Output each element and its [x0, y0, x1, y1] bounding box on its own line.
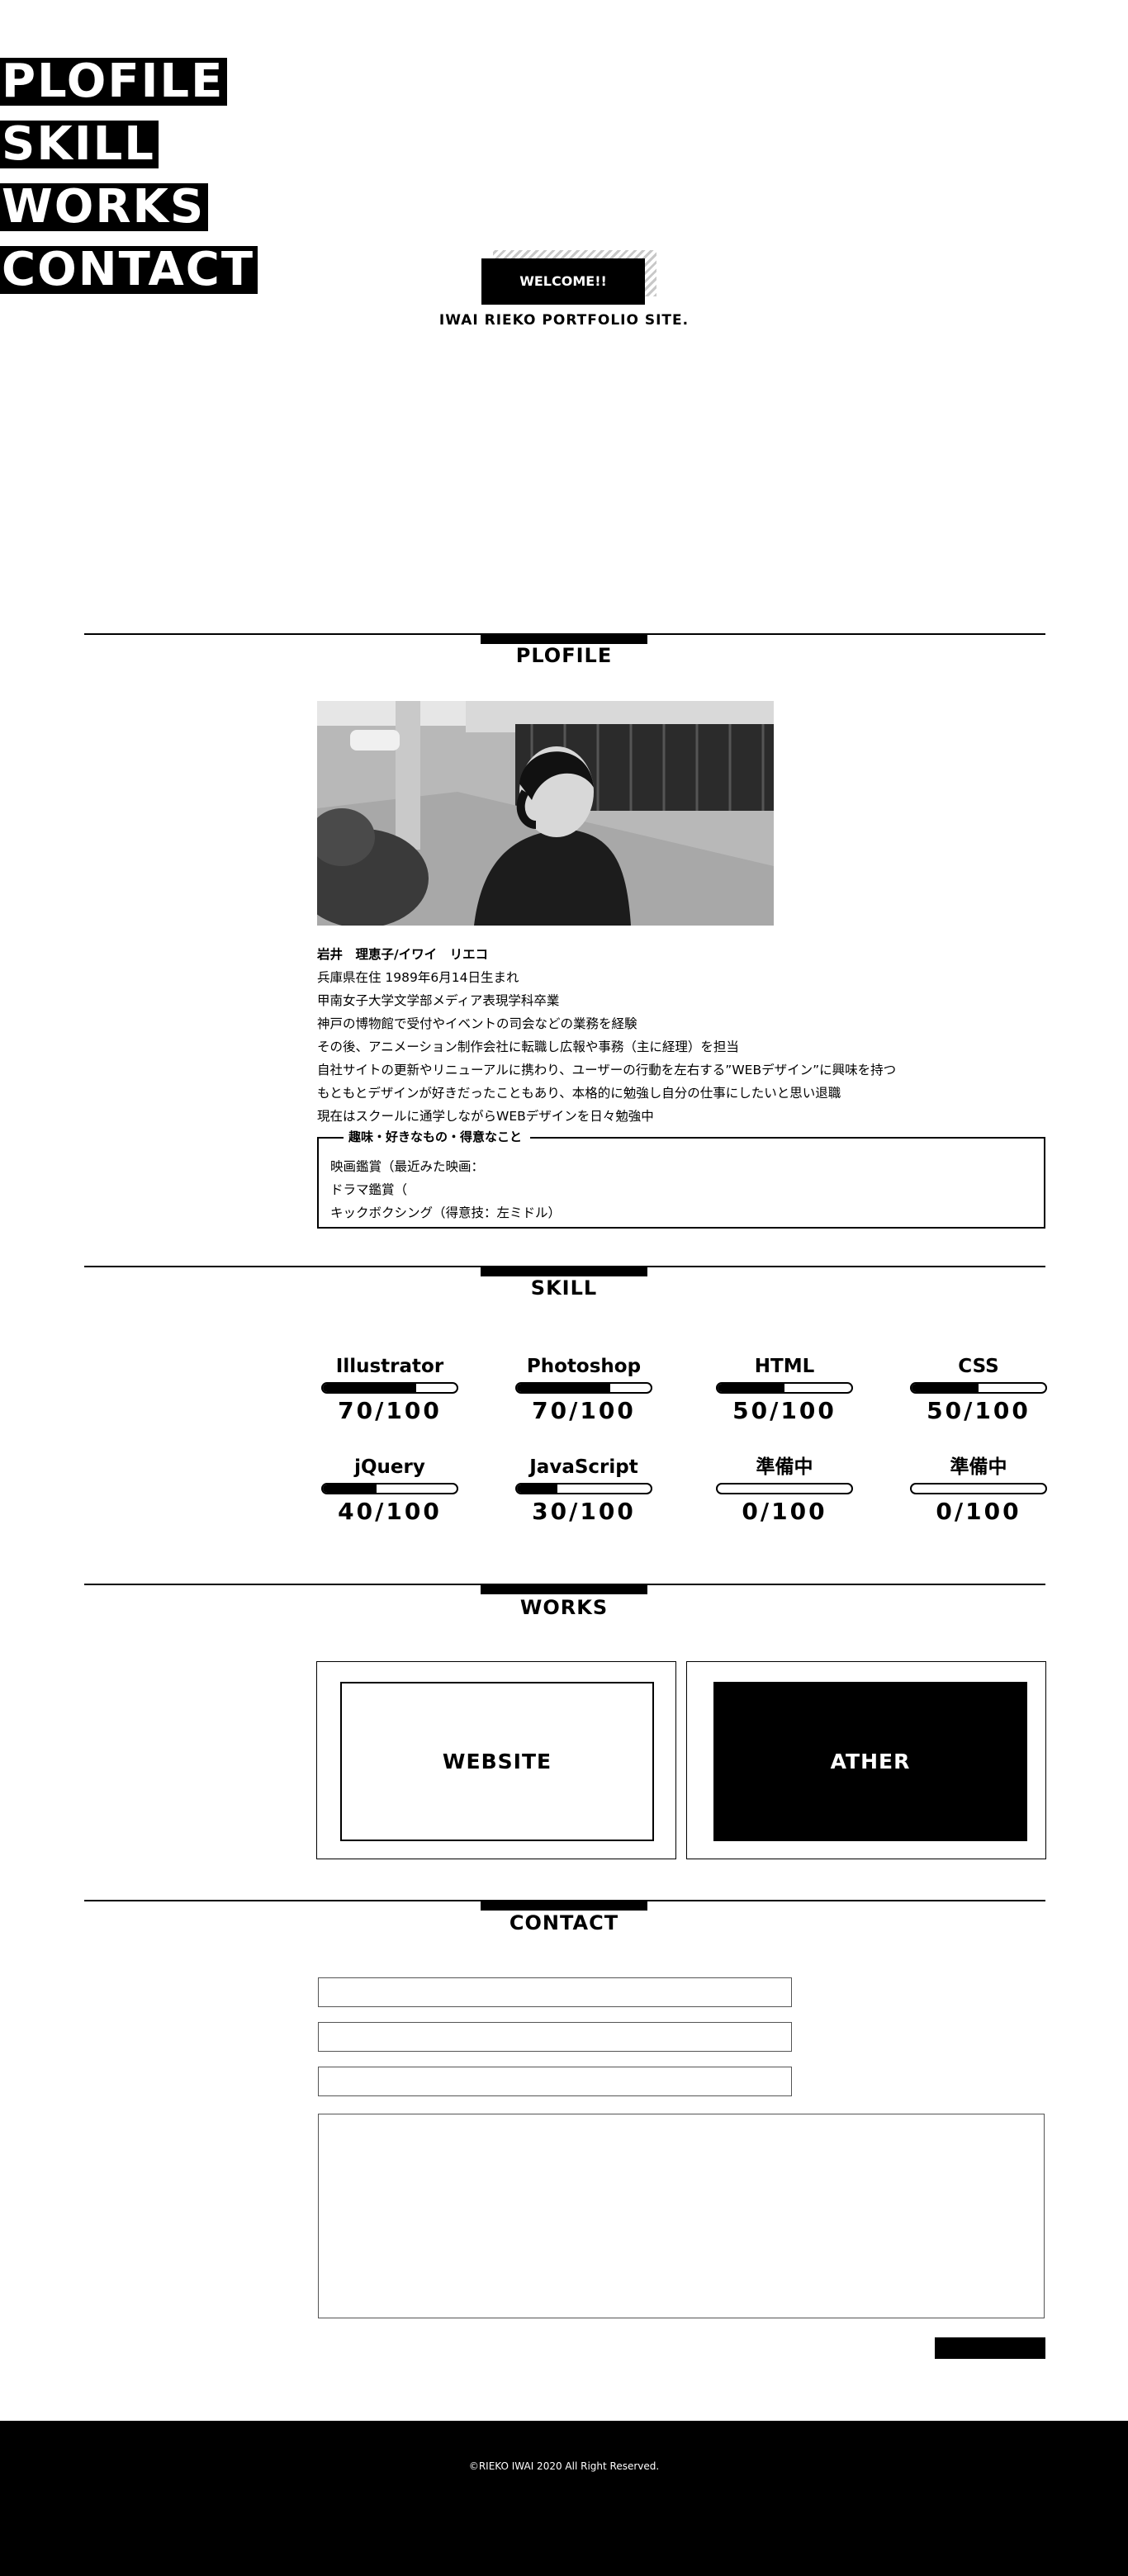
bio-line: 神戸の博物館で受付やイベントの司会などの業務を経験 [317, 1016, 637, 1031]
skill-score: 70/100 [338, 1397, 442, 1424]
skill-item: HTML 50/100 [714, 1354, 855, 1424]
welcome-label: WELCOME!! [481, 258, 645, 305]
hobby-list: 映画鑑賞（最近みた映画： ドラマ鑑賞（ キックボクシング（得意技：左ミドル） [330, 1155, 561, 1224]
footer: ©RIEKO IWAI 2020 All Right Reserved. [0, 2421, 1128, 2576]
skill-item: JavaScript 30/100 [514, 1455, 654, 1525]
skill-bar-fill [718, 1384, 784, 1392]
bio-line: 兵庫県在住 1989年6月14日生まれ [317, 970, 519, 985]
bio-line: もともとデザインが好きだったこともあり、本格的に勉強し自分の仕事にしたいと思い退… [317, 1086, 841, 1101]
skill-bar [910, 1483, 1047, 1494]
skill-section-title: SKILL [530, 1276, 598, 1300]
skill-bar [321, 1483, 458, 1494]
skill-score: 30/100 [532, 1498, 636, 1525]
skill-item: Illustrator 70/100 [320, 1354, 460, 1424]
submit-button[interactable] [935, 2337, 1045, 2359]
work-card-website[interactable]: WEBSITE [316, 1661, 676, 1859]
side-nav: PLOFILE SKILL WORKS CONTACT [0, 58, 264, 309]
contact-subject-field[interactable] [318, 2067, 792, 2096]
skill-bar-fill [912, 1384, 979, 1392]
other-label: ATHER [713, 1682, 1027, 1841]
nav-item-works[interactable]: WORKS [0, 183, 209, 231]
contact-name-field[interactable] [318, 1977, 792, 2007]
hobby-item: キックボクシング（得意技：左ミドル） [330, 1205, 562, 1220]
skill-bar-fill [517, 1384, 611, 1392]
skill-bar-fill [323, 1485, 377, 1493]
skill-bar [321, 1382, 458, 1394]
hobby-title: 趣味・好きなもの・得意なこと [344, 1128, 531, 1145]
website-label: WEBSITE [340, 1682, 654, 1841]
bio-line: 甲南女子大学文学部メディア表現学科卒業 [317, 993, 560, 1008]
hobby-item: 映画鑑賞（最近みた映画： [330, 1159, 485, 1174]
skill-item: CSS 50/100 [908, 1354, 1049, 1424]
skill-item: 準備中 0/100 [714, 1455, 855, 1525]
bio-line: 自社サイトの更新やリニューアルに携わり、ユーザーの行動を左右する”WEBデザイン… [317, 1063, 897, 1077]
skill-name: CSS [958, 1356, 999, 1377]
skill-name: Illustrator [335, 1356, 444, 1377]
contact-email-field[interactable] [318, 2022, 792, 2052]
skill-bar [716, 1483, 853, 1494]
skill-bar-fill [323, 1384, 417, 1392]
skill-score: 0/100 [936, 1498, 1021, 1525]
skill-score: 50/100 [927, 1397, 1031, 1424]
skill-bar [515, 1483, 652, 1494]
skill-score: 70/100 [532, 1397, 636, 1424]
profile-name: 岩井 理恵子/イワイ リエコ [317, 947, 489, 962]
nav-item-profile[interactable]: PLOFILE [0, 58, 228, 106]
skill-bar-fill [517, 1485, 557, 1493]
work-card-other[interactable]: ATHER [686, 1661, 1046, 1859]
bio-line: 現在はスクールに通学しながらWEBデザインを日々勉強中 [317, 1109, 654, 1124]
nav-item-skill[interactable]: SKILL [0, 121, 159, 168]
profile-bio: 岩井 理恵子/イワイ リエコ 兵庫県在住 1989年6月14日生まれ 甲南女子大… [317, 943, 1060, 1128]
profile-photo [317, 701, 774, 926]
skill-name: JavaScript [529, 1456, 638, 1478]
skill-score: 40/100 [338, 1498, 442, 1525]
skill-name: 準備中 [950, 1456, 1007, 1478]
bio-line: その後、アニメーション制作会社に転職し広報や事務（主に経理）を担当 [317, 1039, 739, 1054]
contact-section-title: CONTACT [509, 1911, 619, 1934]
skill-name: Photoshop [526, 1356, 642, 1377]
skill-name: 準備中 [756, 1456, 813, 1478]
skill-item: 準備中 0/100 [908, 1455, 1049, 1525]
contact-message-textarea[interactable] [318, 2114, 1045, 2318]
copyright-text: ©RIEKO IWAI 2020 All Right Reserved. [468, 2460, 660, 2472]
skill-name: jQuery [354, 1456, 425, 1478]
hobby-item: ドラマ鑑賞（ [330, 1182, 408, 1197]
skill-bar [716, 1382, 853, 1394]
skill-name: HTML [754, 1356, 815, 1377]
skill-score: 0/100 [742, 1498, 827, 1525]
welcome-badge: WELCOME!! [481, 250, 656, 305]
works-section-title: WORKS [519, 1596, 609, 1619]
profile-section-title: PLOFILE [515, 644, 613, 667]
skill-bar [515, 1382, 652, 1394]
section-tab [481, 1584, 647, 1594]
skill-item: Photoshop 70/100 [514, 1354, 654, 1424]
hero-subtitle: IWAI RIEKO PORTFOLIO SITE. [438, 312, 690, 329]
section-tab [481, 1900, 647, 1911]
section-tab [481, 633, 647, 644]
hobby-box: 趣味・好きなもの・得意なこと 映画鑑賞（最近みた映画： ドラマ鑑賞（ キックボク… [317, 1128, 1045, 1229]
skill-item: jQuery 40/100 [320, 1455, 460, 1525]
skill-bar [910, 1382, 1047, 1394]
skill-score: 50/100 [732, 1397, 837, 1424]
section-tab [481, 1266, 647, 1276]
nav-item-contact[interactable]: CONTACT [0, 246, 258, 294]
